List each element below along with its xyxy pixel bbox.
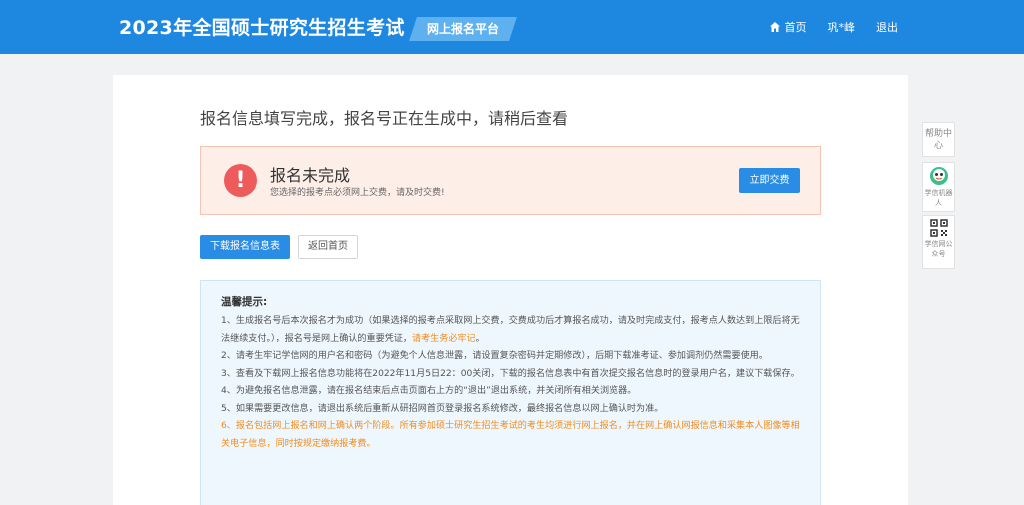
top-nav: 首页 巩*峰 退出 (748, 19, 898, 35)
pay-now-button[interactable]: 立即交费 (739, 168, 800, 193)
download-form-button[interactable]: 下载报名信息表 (200, 235, 290, 259)
nav-logout[interactable]: 退出 (876, 19, 898, 35)
tips-box: 温馨提示: 1、生成报名号后本次报名才为成功（如果选择的报考点采取网上交费，交费… (200, 280, 821, 505)
home-icon (769, 22, 780, 32)
tip-item-5: 5、如果需要更改信息，请退出系统后重新从研招网首页登录报名系统修改，最终报名信息… (221, 403, 664, 414)
tip-item-1: 1、生成报名号后本次报名才为成功（如果选择的报考点采取网上交费，交费成功后才算报… (221, 313, 800, 348)
incomplete-alert: ! 报名未完成 您选择的报考点必须网上交费，请及时交费! 立即交费 (200, 146, 821, 215)
alert-title: 报名未完成 (270, 166, 351, 185)
nav-user[interactable]: 巩*峰 (828, 19, 856, 35)
exclamation-icon: ! (224, 164, 257, 197)
qr-code-icon (929, 219, 948, 237)
alert-subtitle: 您选择的报考点必须网上交费，请及时交费! (270, 188, 445, 198)
tip-item-6: 6、报名包括网上报名和网上确认两个阶段。所有参加硕士研究生招生考试的考生均须进行… (221, 421, 800, 449)
help-center-button[interactable]: 帮助中心 (922, 122, 955, 157)
top-navbar: 2023年全国硕士研究生招生考试 网上报名平台 首页 巩*峰 退出 (0, 0, 1024, 54)
platform-tag: 网上报名平台 (426, 22, 499, 36)
wechat-qr-button[interactable]: 学信网公众号 (922, 215, 955, 269)
tips-title: 温馨提示: (221, 296, 268, 308)
qr-label: 学信网公众号 (924, 240, 953, 258)
tip-item-3: 3、查看及下载网上报名信息功能将在2022年11月5日22：00关闭，下载的报名… (221, 368, 800, 379)
tip-item-2: 2、请考生牢记学信网的用户名和密码（为避免个人信息泄露，请设置复杂密码并定期修改… (221, 351, 768, 361)
nav-home[interactable]: 首页 (769, 19, 807, 35)
main-card: 报名信息填写完成，报名号正在生成中，请稍后查看 ! 报名未完成 您选择的报考点必… (113, 75, 908, 505)
robot-button[interactable]: 学信机器人 (922, 162, 955, 212)
tip-item-1-text: 1、生成报名号后本次报名才为成功（如果选择的报考点采取网上交费，交费成功后才算报… (221, 316, 800, 344)
nav-home-label: 首页 (784, 21, 807, 34)
page-title: 报名信息填写完成，报名号正在生成中，请稍后查看 (200, 109, 569, 128)
site-title: 2023年全国硕士研究生招生考试 (119, 17, 405, 39)
back-home-button[interactable]: 返回首页 (298, 235, 358, 259)
robot-icon (929, 167, 948, 185)
tip-item-1-highlight: 请考生务必牢记 (411, 333, 476, 344)
tip-item-1-end: 。 (475, 333, 485, 344)
robot-label: 学信机器人 (924, 189, 953, 207)
tip-item-4: 4、为避免报名信息泄露，请在报名结束后点击页面右上方的“退出”退出系统，并关闭所… (221, 386, 637, 396)
